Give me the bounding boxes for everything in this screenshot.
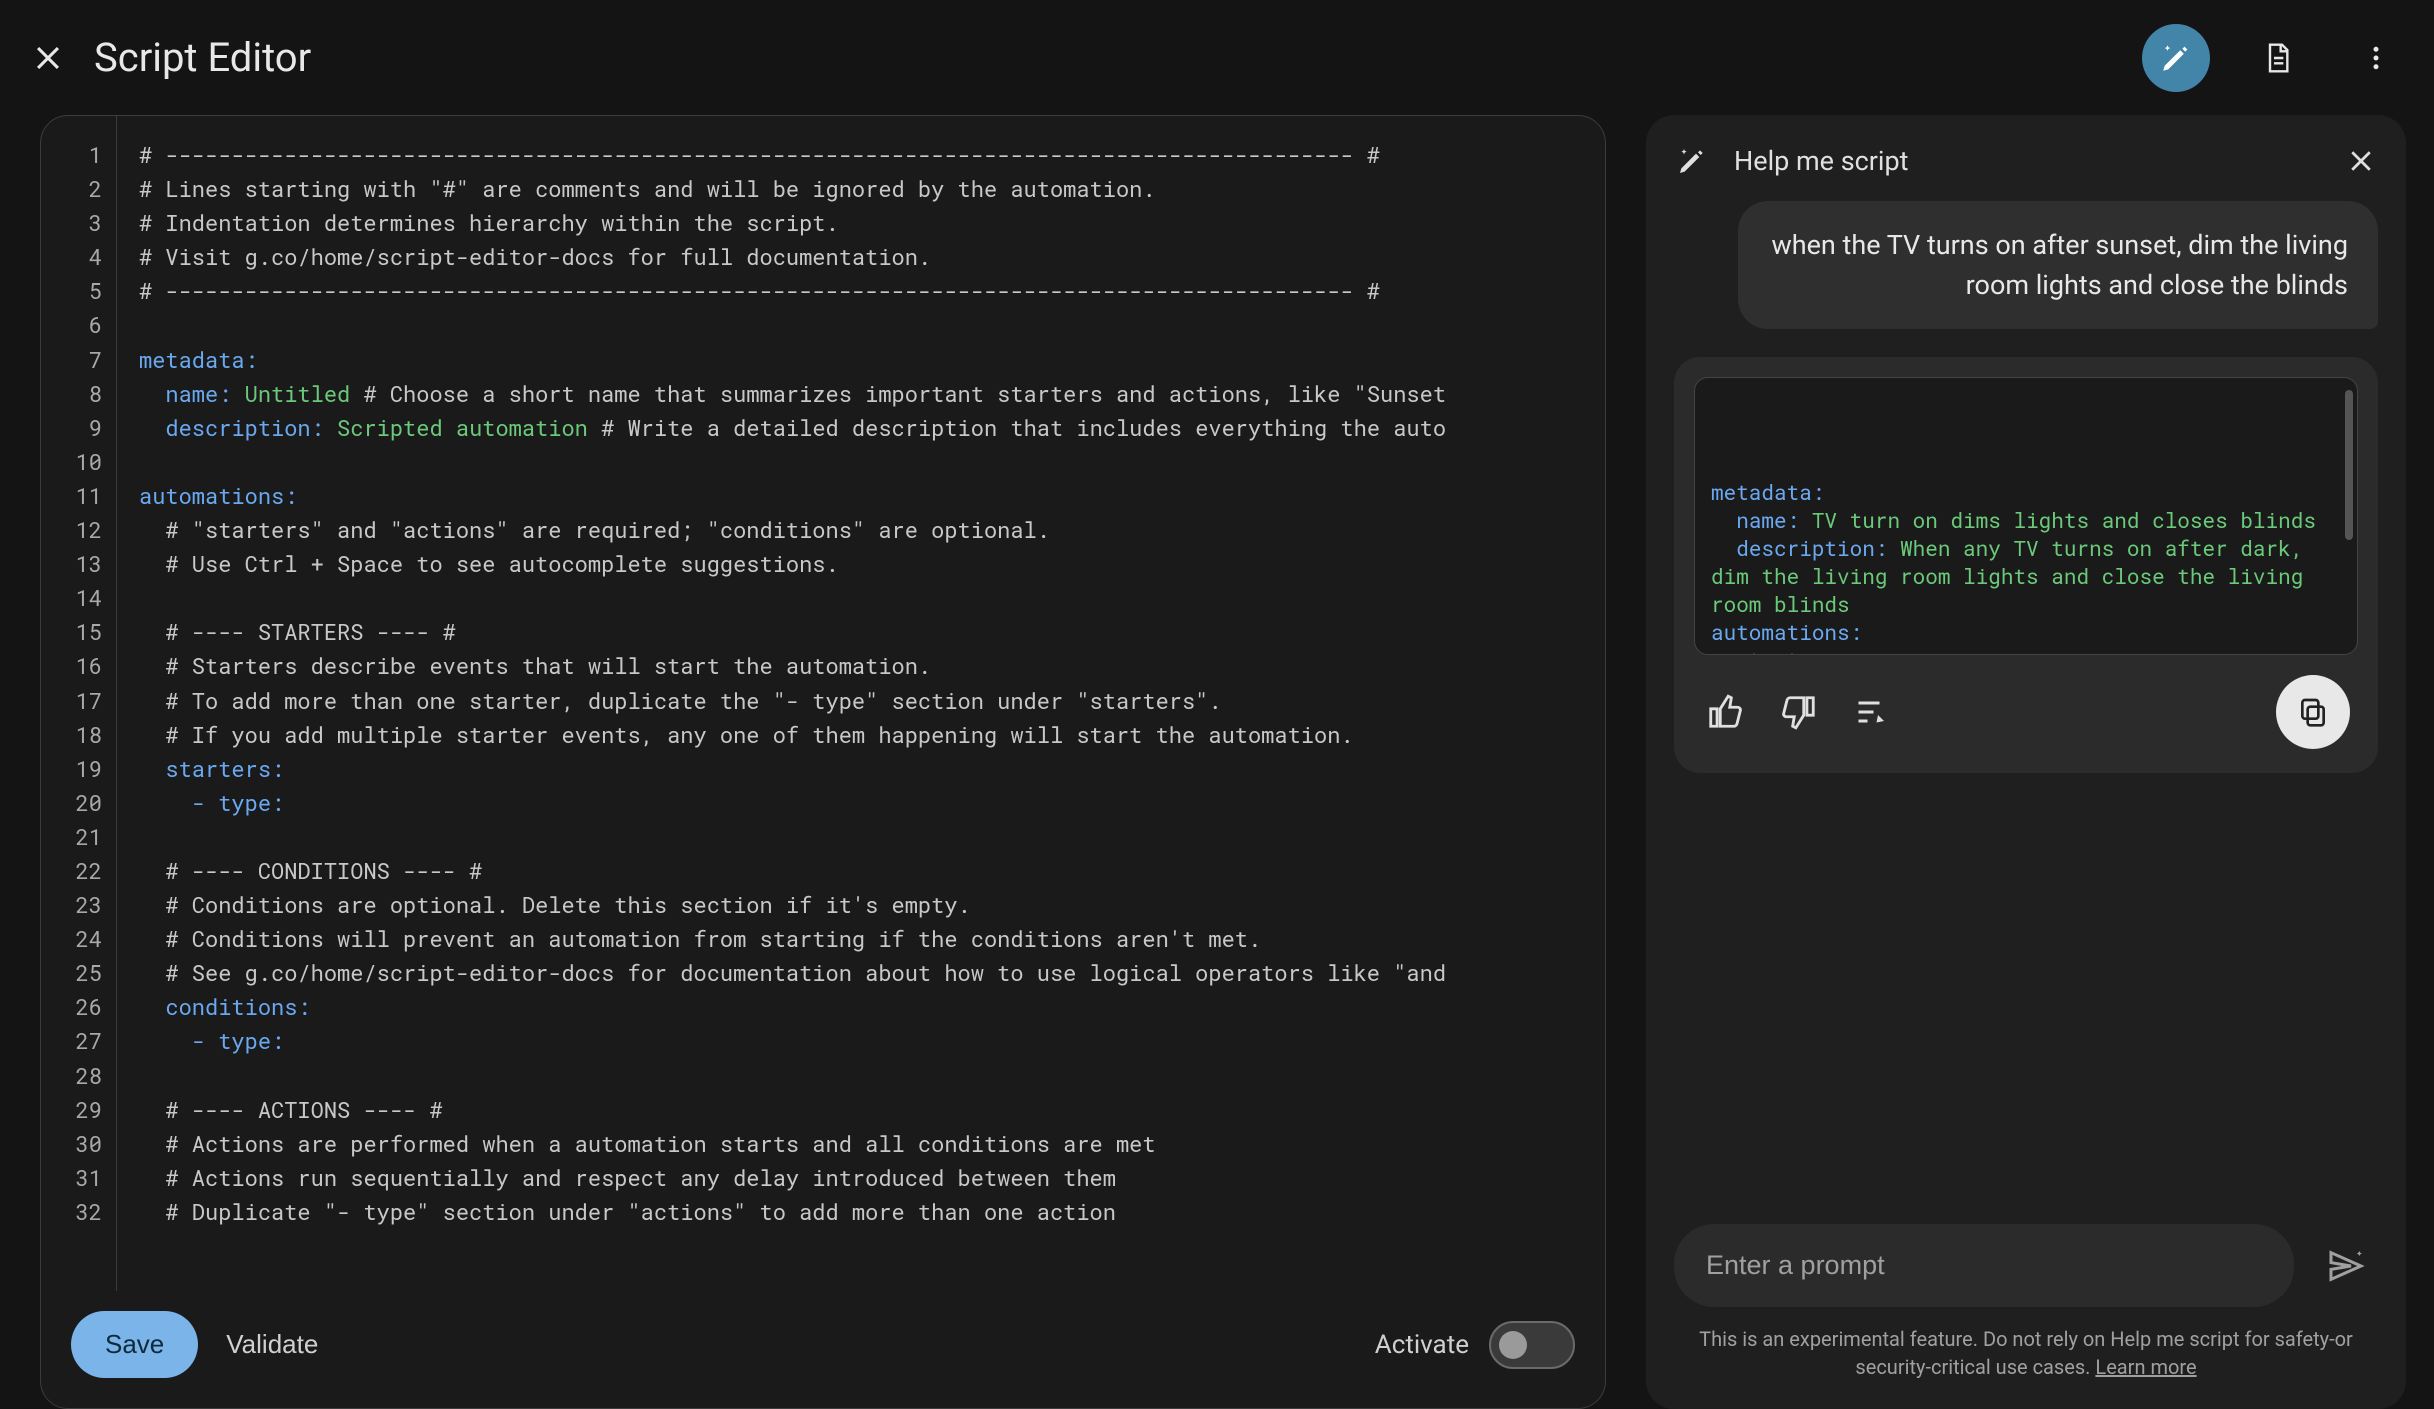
prompt-input[interactable]: [1674, 1224, 2294, 1307]
scrollbar-thumb[interactable]: [2345, 390, 2353, 540]
thumbs-down-icon: [1780, 693, 1818, 731]
code-content[interactable]: # --------------------------------------…: [117, 116, 1605, 1291]
more-vert-icon: [2361, 43, 2391, 73]
line-gutter: 1234567891011121314151617181920212223242…: [41, 116, 117, 1291]
code-editor-panel: 1234567891011121314151617181920212223242…: [40, 115, 1606, 1409]
assistant-code-preview[interactable]: metadata: name: TV turn on dims lights a…: [1694, 377, 2358, 655]
activate-toggle[interactable]: [1489, 1321, 1575, 1369]
thumbs-up-icon: [1706, 693, 1744, 731]
copy-button[interactable]: [2276, 675, 2350, 749]
page-title: Script Editor: [94, 34, 311, 81]
magic-pencil-icon: [1676, 145, 1708, 177]
thumbs-up-button[interactable]: [1706, 693, 1744, 731]
more-button[interactable]: [2346, 28, 2406, 88]
editor-footer: Save Validate Activate: [41, 1291, 1605, 1408]
assistant-actions: [1694, 655, 2358, 753]
magic-pencil-icon: [2159, 41, 2193, 75]
edit-response-button[interactable]: [1854, 694, 1890, 730]
learn-more-link[interactable]: Learn more: [2095, 1355, 2196, 1379]
app-header: Script Editor: [0, 0, 2434, 115]
close-icon: [31, 41, 65, 75]
magic-script-button[interactable]: [2142, 24, 2210, 92]
save-button[interactable]: Save: [71, 1311, 198, 1378]
assistant-response-card: metadata: name: TV turn on dims lights a…: [1674, 357, 2378, 773]
close-icon: [2346, 146, 2376, 176]
help-panel: Help me script when the TV turns on afte…: [1646, 115, 2406, 1409]
document-button[interactable]: [2248, 28, 2308, 88]
user-message: when the TV turns on after sunset, dim t…: [1738, 201, 2378, 329]
close-button[interactable]: [28, 38, 68, 78]
code-area[interactable]: 1234567891011121314151617181920212223242…: [41, 116, 1605, 1291]
help-title: Help me script: [1734, 145, 1908, 177]
validate-button[interactable]: Validate: [226, 1329, 318, 1360]
edit-lines-icon: [1854, 694, 1890, 730]
thumbs-down-button[interactable]: [1780, 693, 1818, 731]
copy-icon: [2297, 696, 2329, 728]
activate-label: Activate: [1375, 1330, 1469, 1360]
help-close-button[interactable]: [2346, 146, 2376, 176]
disclaimer-text: This is an experimental feature. Do not …: [1699, 1327, 2353, 1379]
send-button[interactable]: [2314, 1234, 2378, 1298]
help-header: Help me script: [1646, 139, 2406, 201]
header-actions: [2142, 24, 2406, 92]
disclaimer: This is an experimental feature. Do not …: [1646, 1307, 2406, 1385]
document-icon: [2262, 42, 2294, 74]
send-icon: [2326, 1246, 2366, 1286]
prompt-row: [1646, 1224, 2406, 1307]
